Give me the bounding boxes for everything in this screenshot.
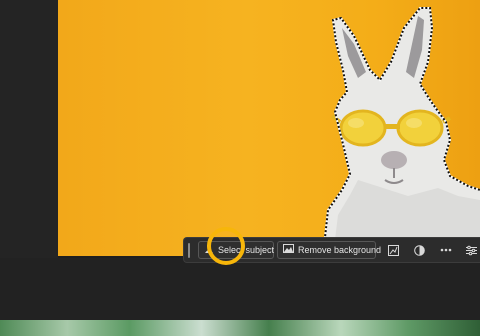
remove-background-label: Remove background	[298, 245, 382, 255]
highlight-ring	[207, 227, 245, 265]
canvas-area	[0, 258, 480, 320]
contrast-icon[interactable]	[411, 242, 427, 258]
sliders-icon[interactable]	[463, 242, 479, 258]
adjust-icon[interactable]	[385, 242, 401, 258]
background-image-strip	[0, 320, 480, 336]
left-panel	[0, 0, 58, 258]
drag-handle[interactable]	[188, 243, 190, 258]
more-icon[interactable]	[438, 242, 454, 258]
rabbit-illustration	[322, 7, 480, 256]
canvas-image[interactable]	[58, 0, 480, 256]
image-icon	[283, 242, 294, 258]
remove-background-button[interactable]: Remove background	[277, 241, 381, 259]
